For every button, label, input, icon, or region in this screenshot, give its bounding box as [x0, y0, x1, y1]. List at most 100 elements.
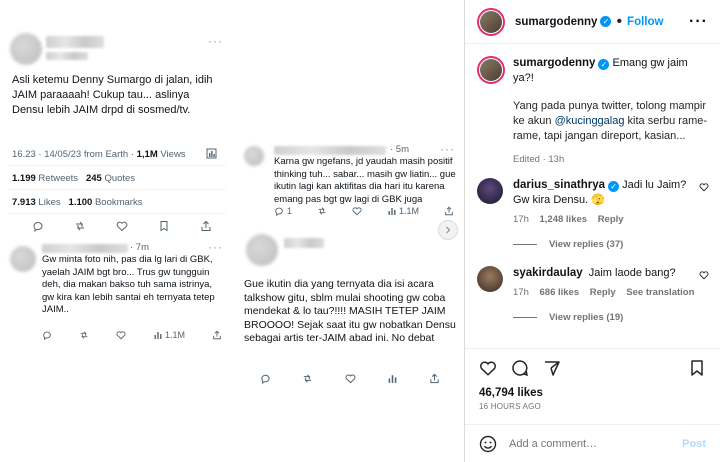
avatar — [10, 33, 42, 65]
post-actions: 46,794 likes 16 HOURS AGO — [465, 348, 720, 411]
tweet-reply-1: · 7m ··· Gw minta foto nih, pas dia lg l… — [0, 238, 232, 350]
tweet-actions: 1 1.1M — [274, 206, 454, 216]
views-icon — [388, 208, 396, 215]
like-comment-icon[interactable] — [699, 182, 709, 192]
caption-meta: Edited · 13h — [513, 154, 565, 165]
comment-icon[interactable] — [511, 359, 529, 377]
share-icon[interactable] — [200, 220, 212, 232]
avatar[interactable] — [477, 7, 505, 36]
analytics-icon[interactable] — [206, 148, 217, 159]
avatar[interactable] — [477, 178, 503, 204]
comment-input[interactable] — [509, 437, 669, 450]
views-icon[interactable] — [387, 373, 398, 384]
more-icon[interactable]: ··· — [208, 34, 223, 48]
share-icon[interactable] — [212, 330, 222, 340]
retweet-icon[interactable] — [74, 220, 86, 232]
tweet-text: Gw minta foto nih, pas dia lg lari di GB… — [42, 254, 215, 315]
like-icon[interactable] — [345, 373, 356, 384]
blurred-handle — [46, 52, 88, 60]
comment-text: Jaim laode bang? — [588, 267, 676, 279]
comment-likes[interactable]: 1,248 likes — [540, 214, 588, 225]
share-icon[interactable] — [429, 373, 440, 384]
share-icon[interactable] — [444, 206, 454, 216]
reply-button[interactable]: Reply — [598, 214, 624, 225]
post-button[interactable]: Post — [682, 438, 706, 450]
reply-button[interactable]: Reply — [590, 287, 616, 298]
view-replies-button[interactable]: View replies (19) — [513, 310, 695, 325]
more-options-icon[interactable]: ··· — [689, 13, 708, 31]
comment-item: syakirdaulay Jaim laode bang? 17h 686 li… — [477, 266, 709, 325]
tweet-meta: 16.23 · 14/05/23 from Earth · 1,1M Views — [12, 149, 186, 160]
caption-username[interactable]: sumargodenny — [513, 57, 595, 69]
instagram-panel: sumargodenny ✓ • Follow ··· sumargodenny… — [464, 0, 720, 462]
bookmark-icon[interactable] — [158, 220, 170, 232]
twitter-collage: ··· Asli ketemu Denny Sumargo di jalan, … — [0, 0, 464, 462]
carousel-next-button[interactable] — [438, 220, 458, 240]
tweet-actions: 1.1M — [42, 330, 222, 340]
comment-meta: 17h 1,248 likes Reply — [513, 214, 624, 225]
mention-link[interactable]: @kucinggalag — [555, 115, 625, 127]
tweet-text: Karna gw ngefans, jd yaudah masih positi… — [274, 156, 456, 205]
like-bookmark-stats: 7.913 Likes 1.100 Bookmarks — [12, 197, 143, 208]
likes-count[interactable]: 46,794 likes — [479, 387, 706, 399]
share-icon[interactable] — [543, 359, 561, 377]
heart-icon[interactable] — [479, 359, 497, 377]
reply-stat[interactable]: 1 — [274, 206, 292, 216]
chevron-right-icon — [446, 226, 451, 234]
comment-meta: 17h 686 likes Reply See translation — [513, 287, 695, 298]
views-stat: 1.1M — [153, 330, 185, 340]
verified-icon: ✓ — [600, 16, 612, 27]
blurred-username — [46, 36, 104, 48]
tweet-reply-2: · 5m ··· Karna gw ngefans, jd yaudah mas… — [236, 140, 464, 224]
avatar[interactable] — [477, 56, 505, 84]
header-username[interactable]: sumargodenny — [515, 16, 597, 28]
like-icon[interactable] — [116, 220, 128, 232]
tweet-reply-3: Gue ikutin dia yang ternyata dia isi aca… — [232, 228, 464, 398]
avatar — [10, 246, 36, 272]
tweet-actions — [32, 220, 212, 232]
post-timestamp: 16 HOURS AGO — [479, 402, 541, 411]
views-icon — [154, 332, 162, 339]
tweet-actions — [260, 373, 440, 384]
post-header: sumargodenny ✓ • Follow ··· — [465, 0, 720, 44]
reply-icon[interactable] — [42, 330, 52, 340]
caption-body: Yang pada punya twitter, tolong mampir k… — [513, 100, 708, 142]
add-comment-bar: Post — [465, 424, 720, 462]
verified-icon: ✓ — [598, 59, 610, 70]
comment-username[interactable]: syakirdaulay — [513, 267, 583, 279]
tweet-main: ··· Asli ketemu Denny Sumargo di jalan, … — [0, 0, 232, 236]
tweet-time: · 7m — [130, 242, 149, 253]
more-icon[interactable]: ··· — [440, 142, 455, 156]
tweet-text: Asli ketemu Denny Sumargo di jalan, idih… — [12, 74, 213, 116]
comment-likes[interactable]: 686 likes — [540, 287, 580, 298]
reply-icon[interactable] — [274, 206, 284, 216]
avatar — [244, 146, 264, 166]
comment-username[interactable]: darius_sinathrya — [513, 179, 605, 191]
retweet-icon[interactable] — [317, 206, 327, 216]
emoji-icon[interactable] — [479, 435, 497, 453]
tweet-text: Gue ikutin dia yang ternyata dia isi aca… — [244, 278, 456, 344]
retweet-icon[interactable] — [302, 373, 313, 384]
reply-icon[interactable] — [32, 220, 44, 232]
more-icon[interactable]: ··· — [208, 240, 223, 254]
comment-item: darius_sinathrya ✓ Jadi lu Jaim? Gw kira … — [477, 178, 709, 252]
views-stat: 1.1M — [387, 206, 419, 216]
blurred-username — [42, 244, 128, 253]
blurred-username — [284, 238, 324, 248]
follow-button[interactable]: Follow — [627, 16, 663, 28]
like-icon[interactable] — [116, 330, 126, 340]
retweet-icon[interactable] — [79, 330, 89, 340]
blurred-username — [274, 146, 386, 155]
reply-icon[interactable] — [260, 373, 271, 384]
like-icon[interactable] — [352, 206, 362, 216]
view-replies-button[interactable]: View replies (37) — [513, 237, 695, 252]
avatar — [246, 234, 278, 266]
save-icon[interactable] — [688, 359, 706, 377]
avatar[interactable] — [477, 266, 503, 292]
retweet-quote-stats: 1.199 Retweets 245 Quotes — [12, 173, 136, 184]
caption: sumargodenny ✓ Emang gw jaim ya?! Yang pa… — [477, 56, 709, 167]
see-translation-button[interactable]: See translation — [626, 287, 694, 298]
tweet-time: · 5m — [390, 144, 409, 155]
verified-icon: ✓ — [608, 181, 620, 192]
like-comment-icon[interactable] — [699, 270, 709, 280]
